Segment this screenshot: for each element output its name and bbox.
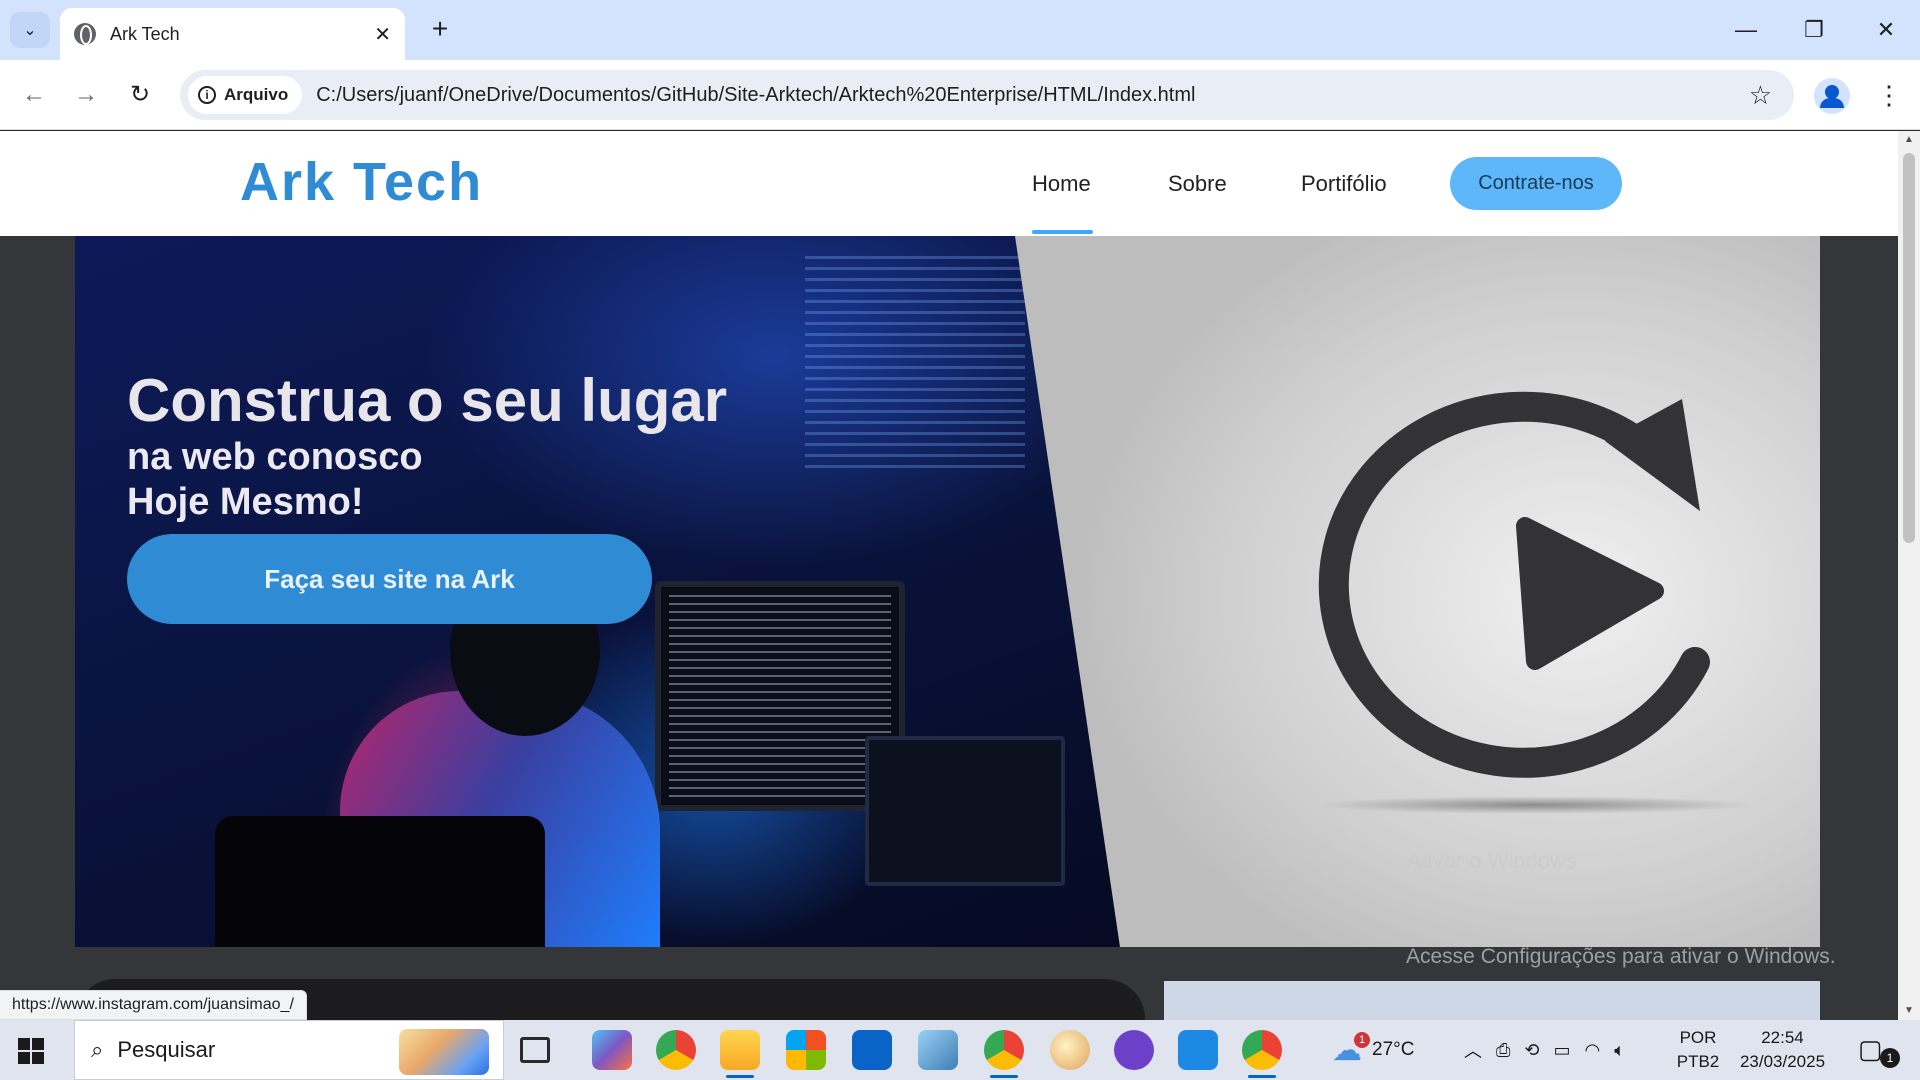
volume-icon[interactable]: 🔈︎ — [1614, 1040, 1625, 1061]
github-desktop-icon[interactable] — [1114, 1030, 1154, 1070]
hero-title: Construa o seu lugar — [127, 367, 728, 434]
video-panel[interactable] — [1015, 236, 1820, 947]
chrome-active-icon[interactable] — [1242, 1030, 1282, 1078]
page-scrollbar[interactable]: ▲ ▼ — [1898, 131, 1920, 1020]
copilot-icon[interactable] — [592, 1030, 632, 1070]
battery-icon[interactable]: ▭ — [1554, 1040, 1571, 1061]
url-text[interactable]: C:/Users/juanf/OneDrive/Documentos/GitHu… — [316, 84, 1748, 107]
windows-taskbar: ⌕ Pesquisar ☁ 27°C 1 ︿ ⎙ ⟲ ▭ ◠ 🔈︎ POR PT… — [0, 1020, 1920, 1080]
microsoft-store-icon[interactable] — [786, 1030, 826, 1070]
file-explorer-icon[interactable] — [720, 1030, 760, 1078]
close-tab-icon[interactable]: ✕ — [374, 22, 391, 47]
scroll-down-icon[interactable]: ▼ — [1898, 1002, 1920, 1020]
scroll-up-icon[interactable]: ▲ — [1898, 131, 1920, 149]
outlook-icon[interactable] — [852, 1030, 892, 1070]
activation-watermark: Acesse Configurações para ativar o Windo… — [1406, 945, 1836, 968]
page-viewport: Ark Tech Home Sobre Portifólio Contrate-… — [0, 131, 1898, 1020]
nav-home[interactable]: Home — [1032, 171, 1091, 197]
info-icon: i — [198, 86, 216, 104]
clock-date: 23/03/2025 — [1739, 1052, 1826, 1071]
new-tab-button[interactable]: + — [424, 14, 456, 46]
site-logo[interactable]: Ark Tech — [240, 151, 483, 213]
link-status-bar: https://www.instagram.com/juansimao_/ — [0, 990, 307, 1020]
system-tray: ︿ ⎙ ⟲ ▭ ◠ 🔈︎ — [1464, 1020, 1625, 1080]
tab-title: Ark Tech — [110, 23, 180, 44]
browser-toolbar: ← → ↻ i Arquivo C:/Users/juanf/OneDrive/… — [0, 60, 1920, 130]
notepad-icon[interactable] — [918, 1030, 958, 1070]
minimize-button[interactable]: — — [1712, 0, 1780, 60]
tab-search-button[interactable]: ⌄ — [10, 12, 50, 48]
wifi-icon[interactable]: ◠ — [1585, 1040, 1601, 1061]
windows-start-icon[interactable] — [18, 1038, 44, 1064]
reload-button[interactable]: ↻ — [122, 77, 158, 113]
site-header: Ark Tech Home Sobre Portifólio Contrate-… — [0, 131, 1898, 236]
weather-temp: 27°C — [1372, 1039, 1415, 1060]
site-info-chip[interactable]: i Arquivo — [188, 76, 303, 114]
bookmark-star-icon[interactable]: ☆ — [1749, 80, 1772, 111]
meet-icon[interactable]: ⎙ — [1496, 1040, 1510, 1061]
hero-subtitle-line1: na web conosco — [127, 436, 423, 478]
scrollbar-thumb[interactable] — [1903, 153, 1915, 543]
globe-icon — [74, 23, 96, 45]
notification-badge: 1 — [1880, 1048, 1900, 1068]
browser-menu-icon[interactable]: ⋮ — [1876, 77, 1902, 113]
chrome-profile-icon[interactable] — [984, 1030, 1024, 1078]
profile-avatar[interactable] — [1814, 78, 1850, 114]
taskbar-search-box[interactable]: ⌕ Pesquisar — [74, 1020, 504, 1080]
hero-banner: Construa o seu lugar na web conosco Hoje… — [75, 236, 1820, 947]
site-info-label: Arquivo — [224, 85, 289, 104]
weather-widget[interactable]: ☁ 27°C — [1332, 1020, 1414, 1080]
taskbar-search-placeholder: Pesquisar — [117, 1037, 216, 1062]
notification-center-icon[interactable]: ▢ 1 — [1858, 1034, 1900, 1068]
nav-sobre[interactable]: Sobre — [1168, 171, 1227, 197]
nav-active-indicator — [1032, 230, 1093, 234]
update-icon[interactable]: ⟲ — [1524, 1040, 1539, 1061]
laptop-graphic — [865, 736, 1065, 886]
clock-time: 22:54 — [1761, 1028, 1804, 1047]
keyboard-layout: PTB2 — [1676, 1052, 1720, 1071]
faca-seu-site-button[interactable]: Faça seu site na Ark — [127, 534, 652, 624]
input-language[interactable]: POR PTB2 — [1676, 1026, 1720, 1074]
paint-icon[interactable] — [1050, 1030, 1090, 1070]
close-window-button[interactable]: ✕ — [1852, 0, 1920, 60]
show-hidden-icons[interactable]: ︿ — [1464, 1037, 1482, 1063]
search-highlight-image — [399, 1029, 489, 1075]
hero-subtitle-line2: Hoje Mesmo! — [127, 481, 364, 523]
forward-button[interactable]: → — [68, 77, 104, 113]
activation-watermark-faint: Ativar o Windows — [1407, 848, 1577, 873]
profile-icon — [1825, 85, 1839, 99]
contrate-nos-button[interactable]: Contrate-nos — [1450, 157, 1622, 210]
taskbar-clock[interactable]: 22:54 23/03/2025 — [1730, 1026, 1835, 1074]
content-card-light — [1164, 981, 1820, 1020]
vscode-icon[interactable] — [1178, 1030, 1218, 1070]
search-icon: ⌕ — [91, 1037, 104, 1062]
weather-alert-badge: 1 — [1354, 1032, 1370, 1048]
replay-video-icon[interactable] — [1015, 236, 1820, 947]
browser-tab-bar: ⌄ Ark Tech ✕ + — ❐ ✕ — [0, 0, 1920, 60]
task-view-icon[interactable] — [520, 1037, 550, 1063]
nav-portfolio[interactable]: Portifólio — [1301, 171, 1387, 197]
language-code: POR — [1679, 1028, 1717, 1047]
chrome-icon[interactable] — [656, 1030, 696, 1070]
back-button[interactable]: ← — [16, 77, 52, 113]
browser-tab[interactable]: Ark Tech ✕ — [60, 8, 405, 60]
restore-button[interactable]: ❐ — [1780, 0, 1848, 60]
address-bar[interactable]: i Arquivo C:/Users/juanf/OneDrive/Docume… — [180, 70, 1794, 120]
